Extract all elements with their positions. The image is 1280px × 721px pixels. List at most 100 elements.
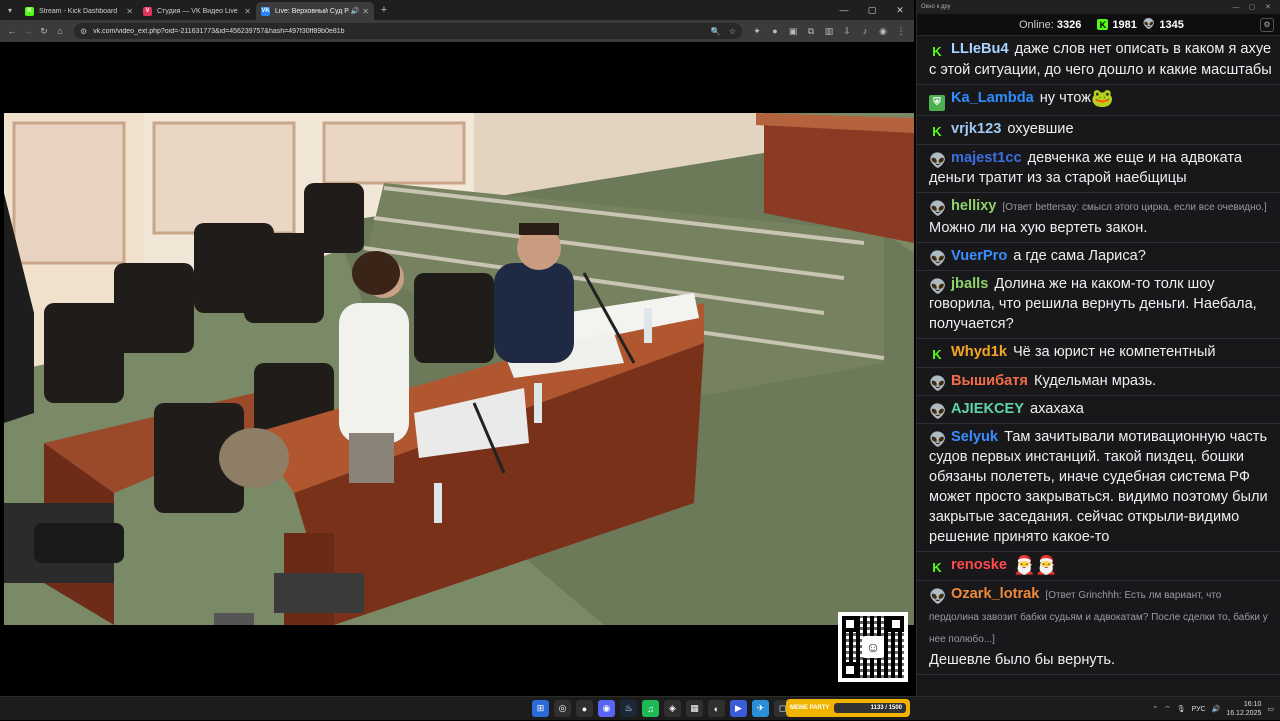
tab-close-icon[interactable]: ✕	[244, 7, 251, 16]
browser-window: ▾ K Stream - Kick Dashboard ✕ V Студия — VK …	[0, 0, 914, 696]
app-icon[interactable]: ▶	[730, 700, 747, 717]
new-tab-button[interactable]: +	[376, 4, 392, 16]
site-info-icon[interactable]: ⚙	[80, 27, 87, 36]
browser-tab[interactable]: V Студия — VK Видео Live ✕	[138, 2, 256, 20]
close-icon[interactable]: ✕	[886, 0, 914, 20]
courtroom-video-frame[interactable]	[4, 113, 914, 625]
steam-icon[interactable]: ♨	[620, 700, 637, 717]
settings-gear-icon[interactable]: ⚙	[1260, 17, 1274, 32]
online-count: 3326	[1056, 18, 1082, 31]
chat-username[interactable]: VuerPro	[951, 248, 1007, 264]
microphone-icon[interactable]: 🎙	[1177, 705, 1186, 713]
maximize-icon[interactable]: ▢	[858, 0, 886, 20]
chat-message-text: а где сама Лариса?	[1013, 248, 1146, 264]
chat-message[interactable]: 👽 Ozark_lotrak [Ответ Grinchhh: Есть лм ва…	[917, 581, 1280, 675]
chat-message[interactable]: K LLIeBu4 даже слов нет описать в каком я …	[917, 36, 1280, 85]
extension-icon[interactable]: ▣	[784, 26, 802, 37]
bookmark-star-icon[interactable]: ☆	[729, 27, 736, 36]
minimize-icon[interactable]: —	[1228, 4, 1244, 11]
forward-icon[interactable]: →	[20, 23, 36, 39]
vk-platform-icon: 👽	[929, 200, 947, 216]
chevron-up-icon[interactable]: ⌃	[1152, 705, 1158, 713]
chat-username[interactable]: majest1cc	[951, 150, 1022, 166]
volume-icon[interactable]: 🔊	[1212, 705, 1221, 713]
kick-viewer-count: 1981	[1112, 18, 1137, 31]
tab-close-icon[interactable]: ✕	[126, 7, 133, 16]
profile-icon[interactable]: ◉	[874, 26, 892, 37]
tab-audio-icon[interactable]: 🔊	[351, 7, 360, 15]
vk-viewer-count: 1345	[1159, 18, 1184, 31]
address-bar[interactable]: ⚙ vk.com/video_ext.php?oid=-211631773&id…	[74, 23, 742, 39]
online-label: Online:	[1019, 18, 1054, 31]
video-player[interactable]: ☺	[0, 42, 914, 696]
extensions-puzzle-icon[interactable]: ⧉	[802, 26, 820, 37]
chat-message[interactable]: 👽 Вышибатя Кудельман мразь.	[917, 368, 1280, 396]
obs-icon[interactable]: ●	[576, 700, 593, 717]
chat-message[interactable]: 👽 hellixy [Ответ bettersay: смысл этого ци…	[917, 193, 1280, 243]
reload-icon[interactable]: ↻	[36, 23, 52, 39]
kick-platform-icon: K	[932, 44, 942, 59]
clock[interactable]: 16:10 16.12.2025	[1226, 700, 1261, 718]
app-icon[interactable]: ◐	[708, 700, 725, 717]
discord-icon[interactable]: ◉	[598, 700, 615, 717]
browser-tab[interactable]: K Stream - Kick Dashboard ✕	[20, 2, 138, 20]
chat-username[interactable]: Ka_Lambda	[951, 90, 1034, 106]
vk-platform-icon: 👽	[929, 250, 947, 266]
close-icon[interactable]: ✕	[1260, 3, 1276, 11]
maximize-icon[interactable]: ▢	[1244, 3, 1260, 11]
chrome-icon[interactable]: ◎	[554, 700, 571, 717]
vk-platform-icon: 👽	[929, 403, 947, 419]
media-icon[interactable]: ♪	[856, 26, 874, 36]
vk-platform-icon: 👽	[929, 588, 947, 604]
zoom-icon[interactable]: 🔍	[711, 27, 721, 36]
chat-username[interactable]: AJIEKCEY	[951, 401, 1024, 417]
chat-username[interactable]: LLIeBu4	[951, 41, 1009, 57]
network-icon[interactable]: ⌔	[1164, 705, 1171, 714]
chat-message-text: Чё за юрист не компетентный	[1012, 344, 1216, 360]
telegram-icon[interactable]: ✈	[752, 700, 769, 717]
language-indicator[interactable]: РУС	[1192, 706, 1206, 713]
chat-message[interactable]: 👽 majest1cc девченка же еще и на адвоката …	[917, 145, 1280, 193]
extension-icon[interactable]: ●	[766, 26, 784, 36]
chat-message-text: Кудельман мразь.	[1033, 373, 1157, 389]
chat-username[interactable]: vrjk123	[951, 121, 1001, 137]
vk-platform-icon: 👽	[929, 375, 947, 391]
tab-search-icon[interactable]: ▾	[0, 0, 20, 20]
back-icon[interactable]: ←	[4, 23, 20, 39]
tab-title: Студия — VK Видео Live	[157, 7, 238, 15]
chat-message[interactable]: 👽 VuerPro а где сама Лариса?	[917, 243, 1280, 271]
menu-icon[interactable]: ⋮	[892, 26, 910, 37]
chat-username[interactable]: renoske	[951, 557, 1007, 573]
chat-message[interactable]: ⛨ Ka_Lambda ну чтож🐸	[917, 85, 1280, 116]
url-text[interactable]: vk.com/video_ext.php?oid=-211631773&id=4…	[93, 28, 703, 35]
chat-username[interactable]: Вышибатя	[951, 373, 1028, 389]
app-icon[interactable]: ▦	[686, 700, 703, 717]
chat-message[interactable]: Kvrjk123 охуевшие	[917, 116, 1280, 145]
chat-message[interactable]: 👽 Selyuk Там зачитывали мотивационную част…	[917, 424, 1280, 552]
chat-message[interactable]: 👽 AJIEKCEY ахахаха	[917, 396, 1280, 424]
home-icon[interactable]: ⌂	[52, 23, 68, 39]
chat-username[interactable]: jballs	[951, 276, 988, 292]
chat-username[interactable]: Ozark_lotrak	[951, 586, 1039, 602]
chat-message[interactable]: K Whyd1k Чё за юрист не компетентный	[917, 339, 1280, 368]
spotify-icon[interactable]: ♫	[642, 700, 659, 717]
chat-username[interactable]: hellixy	[951, 198, 996, 214]
vk-platform-icon: 👽	[929, 152, 947, 168]
chat-username[interactable]: Selyuk	[951, 429, 998, 445]
download-icon[interactable]: ⇩	[838, 26, 856, 37]
tab-favicon-icon: K	[25, 6, 34, 16]
minimize-icon[interactable]: —	[830, 0, 858, 20]
split-icon[interactable]: ▥	[820, 26, 838, 37]
extension-icon[interactable]: ✦	[748, 26, 766, 37]
meme-party-widget[interactable]: MEME PARTY 1133 / 1500	[786, 699, 910, 717]
notification-icon[interactable]: ▭	[1267, 705, 1274, 713]
chat-username[interactable]: Whyd1k	[951, 344, 1007, 360]
chat-message[interactable]: Krenoske 🎅🎅	[917, 552, 1280, 581]
app-icon[interactable]: ◈	[664, 700, 681, 717]
chat-message[interactable]: 👽 jballs Долина же на каком-то толк шоу го…	[917, 271, 1280, 339]
tab-close-icon[interactable]: ✕	[362, 7, 369, 16]
kick-platform-icon: K	[932, 347, 942, 362]
chat-message-list[interactable]: K LLIeBu4 даже слов нет описать в каком я …	[917, 36, 1280, 696]
browser-tab[interactable]: VK Live: Верховный Суд Росси🔊✕	[256, 2, 374, 20]
start-button-icon[interactable]: ⊞	[532, 700, 549, 717]
